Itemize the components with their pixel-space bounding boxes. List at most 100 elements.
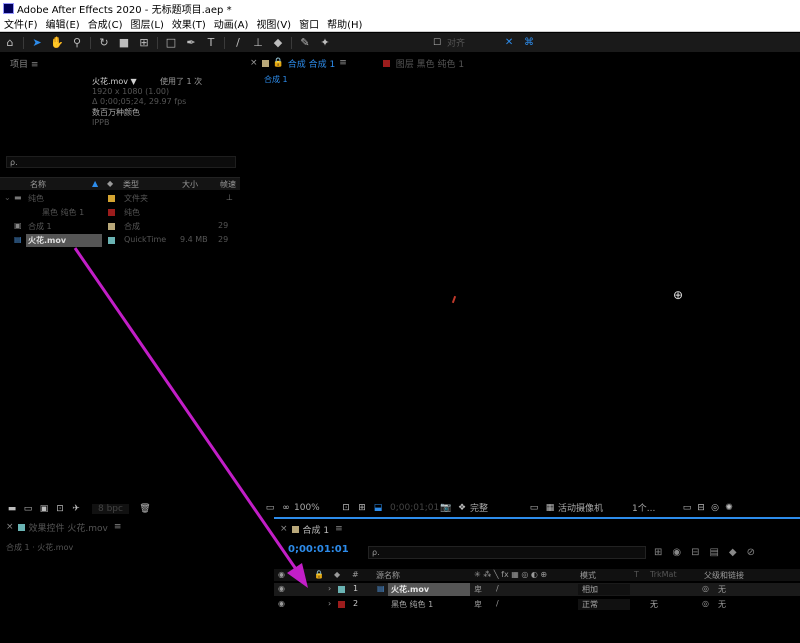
project-tab[interactable]: 项目 ≡ [0, 56, 245, 70]
col-mode[interactable]: 模式 [580, 570, 596, 581]
col-fps[interactable]: 帧速 [220, 179, 236, 190]
trkmat-dropdown[interactable]: 无 [650, 599, 658, 610]
label-swatch[interactable] [108, 223, 115, 230]
rectangle-icon[interactable]: □ [161, 36, 181, 49]
shy-switch-icon[interactable]: 卑 [474, 584, 482, 595]
selection-icon[interactable]: ➤ [27, 36, 47, 49]
zoom-dropdown[interactable]: 100% [294, 503, 338, 513]
list-item[interactable]: ▤ 火花.mov QuickTime 9.4 MB 29 [0, 234, 240, 247]
quality-switch-icon[interactable]: / [496, 584, 499, 593]
snap-options-icon[interactable]: ✕ [499, 37, 519, 48]
snapshot-icon[interactable]: 📷 [438, 503, 454, 513]
effects-tab[interactable]: 效果控件 火花.mov [29, 521, 108, 534]
col-type[interactable]: 类型 [123, 179, 139, 190]
label-swatch[interactable] [108, 195, 115, 202]
col-size[interactable]: 大小 [182, 179, 198, 190]
timeline-switches-icons[interactable]: ⊞◉⊟▤◆⊘ [654, 547, 765, 558]
sort-up-icon[interactable]: ▲ [92, 179, 98, 188]
parent-dropdown[interactable]: 无 [718, 584, 726, 595]
menu-edit[interactable]: 编辑(E) [46, 16, 80, 31]
new-folder-icon[interactable]: ▭ [20, 504, 36, 514]
snap-checkbox-icon[interactable]: ☐ [427, 38, 447, 48]
col-source-name[interactable]: 源名称 [376, 570, 400, 581]
panel-menu-icon[interactable]: ≡ [339, 58, 347, 68]
region-icon[interactable]: ⊞ [354, 503, 370, 513]
flowchart-icon[interactable]: ⊟ [694, 503, 708, 513]
list-item[interactable]: ▣ 合成 1 合成 29 [0, 220, 240, 232]
bpc-label[interactable]: 8 bpc [92, 504, 129, 514]
pen-icon[interactable]: ✒ [181, 36, 201, 49]
list-item[interactable]: 黑色 纯色 1 纯色 [0, 206, 240, 218]
lock-icon[interactable]: 🔒 [273, 58, 284, 68]
views-dropdown[interactable]: 1个... [632, 501, 680, 514]
label-column-icon[interactable]: ◆ [107, 179, 113, 188]
switches-header-icons[interactable]: ✳ ⁂ ╲ fx ▦ ◎ ◐ ⊕ [474, 570, 547, 579]
expand-icon[interactable]: › [328, 599, 331, 608]
menu-window[interactable]: 窗口 [299, 16, 319, 31]
zoom-icon[interactable]: ⚲ [67, 36, 87, 49]
roi-icon[interactable]: ▭ [526, 503, 542, 513]
composition-viewer[interactable]: ⊕ [250, 86, 800, 496]
timeline-tab[interactable]: 合成 1 [303, 523, 330, 536]
mode-dropdown[interactable]: 相加 [582, 584, 598, 595]
layer-name[interactable]: 火花.mov [391, 584, 429, 595]
layout-icon[interactable]: ▭ [680, 503, 694, 513]
col-parent[interactable]: 父级和链接 [704, 570, 744, 581]
fit-icon[interactable]: ⊡ [338, 503, 354, 513]
show-channel-icon[interactable]: ❖ [454, 503, 470, 513]
comp-breadcrumb[interactable]: 合成 1 [264, 74, 288, 85]
selected-item-name[interactable]: 火花.mov ▼ [92, 76, 137, 87]
visibility-icon[interactable]: ◉ [278, 599, 285, 608]
layer-name[interactable]: 黑色 纯色 1 [391, 599, 433, 610]
quality-switch-icon[interactable]: / [496, 599, 499, 608]
render-queue-icon[interactable]: ⊡ [52, 504, 68, 514]
label-column-icon[interactable]: ◆ [334, 570, 340, 579]
menu-file[interactable]: 文件(F) [4, 16, 38, 31]
pan-behind-icon[interactable]: ⊞ [134, 36, 154, 49]
transparency-grid-icon[interactable]: ▦ [542, 503, 558, 513]
lock-column-icon[interactable]: 🔒 [314, 570, 324, 579]
hand-icon[interactable]: ✋ [47, 36, 67, 49]
comp-tab[interactable]: 合成 合成 1 [288, 57, 335, 70]
table-row[interactable]: ◉ › 1 ▤ 火花.mov 卑 / 相加 ◎ 无 [274, 583, 800, 596]
send-icon[interactable]: ✈ [68, 504, 84, 514]
expand-icon[interactable]: › [328, 584, 331, 593]
camera-icon[interactable]: ■ [114, 36, 134, 49]
viewer-timecode[interactable]: 0;00;01;01 [390, 503, 439, 513]
camera-dropdown[interactable]: 活动摄像机 [558, 501, 632, 514]
col-name[interactable]: 名称 [30, 179, 46, 190]
eraser-icon[interactable]: ◆ [268, 36, 288, 49]
menu-layer[interactable]: 图层(L) [130, 16, 163, 31]
timeline-search-input[interactable]: ρ. [368, 546, 646, 559]
label-swatch[interactable] [108, 237, 115, 244]
parent-dropdown[interactable]: 无 [718, 599, 726, 610]
close-icon[interactable]: × [280, 524, 288, 534]
close-icon[interactable]: × [250, 58, 258, 68]
home-icon[interactable]: ⌂ [0, 36, 20, 49]
panel-menu-icon[interactable]: ≡ [114, 522, 122, 532]
interpret-footage-icon[interactable]: ▬ [4, 504, 20, 514]
quality-dropdown[interactable]: 完整 [470, 501, 526, 514]
shy-switch-icon[interactable]: 卑 [474, 599, 482, 610]
new-comp-icon[interactable]: ▣ [36, 504, 52, 514]
always-preview-icon[interactable]: ▭ [262, 503, 278, 513]
clone-stamp-icon[interactable]: ⊥ [248, 36, 268, 49]
list-item[interactable]: ⌄ ▬ 纯色 文件夹 ⊥ [0, 192, 240, 204]
type-icon[interactable]: T [201, 36, 221, 49]
anchor-point-icon[interactable]: ⊕ [673, 288, 683, 302]
layer-tab[interactable]: 图层 黑色 纯色 1 [396, 57, 464, 70]
project-search-input[interactable]: ρ. [6, 156, 236, 168]
reset-exposure-icon[interactable]: ◎ [708, 503, 722, 513]
exposure-icon[interactable]: ✺ [722, 503, 736, 513]
roto-brush-icon[interactable]: ✎ [295, 36, 315, 49]
menu-animation[interactable]: 动画(A) [214, 16, 249, 31]
pickwhip-icon[interactable]: ◎ [702, 584, 709, 593]
eye-column-icon[interactable]: ◉ [278, 570, 285, 579]
audio-column-icon[interactable]: ◀ [290, 570, 296, 579]
label-swatch[interactable] [338, 601, 345, 608]
menu-effect[interactable]: 效果(T) [172, 16, 206, 31]
visibility-icon[interactable]: ◉ [278, 584, 285, 593]
trash-icon[interactable]: 🗑 [137, 504, 153, 514]
rotate-icon[interactable]: ↻ [94, 36, 114, 49]
table-row[interactable]: ◉ › 2 黑色 纯色 1 卑 / 正常 无 ◎ 无 [274, 598, 800, 611]
